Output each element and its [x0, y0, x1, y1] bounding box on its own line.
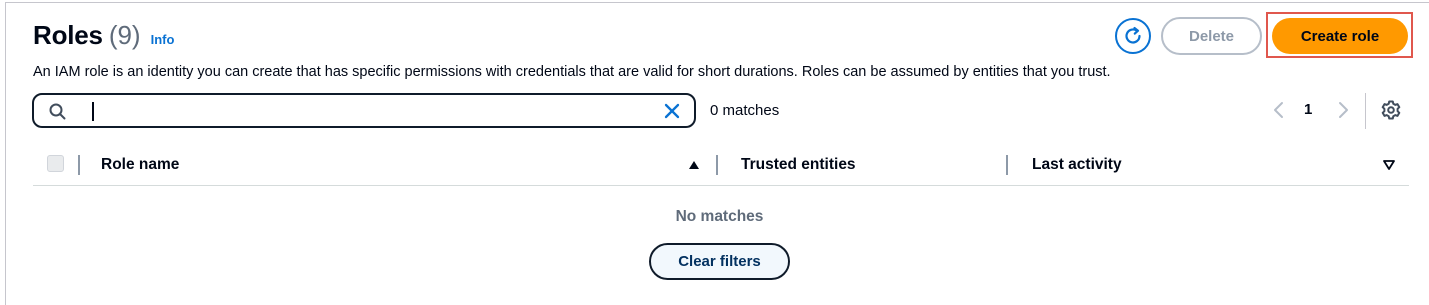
info-link[interactable]: Info: [151, 32, 175, 47]
sort-ascending-icon[interactable]: [688, 160, 700, 170]
column-header-trusted-entities[interactable]: Trusted entities: [741, 156, 856, 174]
search-field[interactable]: [32, 93, 696, 128]
column-divider: [716, 155, 718, 175]
create-role-button[interactable]: Create role: [1272, 18, 1408, 54]
page-header: Roles (9) Info: [33, 20, 174, 51]
matches-count: 0 matches: [710, 102, 780, 119]
text-caret: [92, 102, 94, 121]
column-divider: [78, 155, 80, 175]
gear-icon[interactable]: [1380, 99, 1402, 121]
column-divider: [1006, 155, 1008, 175]
column-header-last-activity[interactable]: Last activity: [1032, 156, 1122, 174]
delete-button[interactable]: Delete: [1161, 17, 1262, 55]
page-title: Roles: [33, 20, 103, 50]
roles-count: (9): [108, 20, 141, 50]
refresh-icon: [1125, 26, 1141, 44]
page-number-current[interactable]: 1: [1304, 101, 1312, 118]
clear-filters-button[interactable]: Clear filters: [649, 243, 790, 280]
pagination-divider: [1365, 93, 1366, 129]
column-header-role-name[interactable]: Role name: [101, 156, 179, 174]
clear-search-icon[interactable]: [662, 101, 682, 121]
table-header-divider: [33, 185, 1409, 186]
refresh-button[interactable]: [1115, 18, 1151, 54]
chevron-right-icon[interactable]: [1336, 100, 1350, 120]
sort-descending-icon[interactable]: [1383, 160, 1395, 170]
search-icon: [49, 103, 66, 120]
search-input[interactable]: [90, 100, 654, 124]
empty-state-text: No matches: [675, 208, 764, 225]
select-all-checkbox[interactable]: [47, 155, 64, 172]
chevron-left-icon[interactable]: [1272, 100, 1286, 120]
page-description: An IAM role is an identity you can creat…: [33, 64, 1111, 80]
